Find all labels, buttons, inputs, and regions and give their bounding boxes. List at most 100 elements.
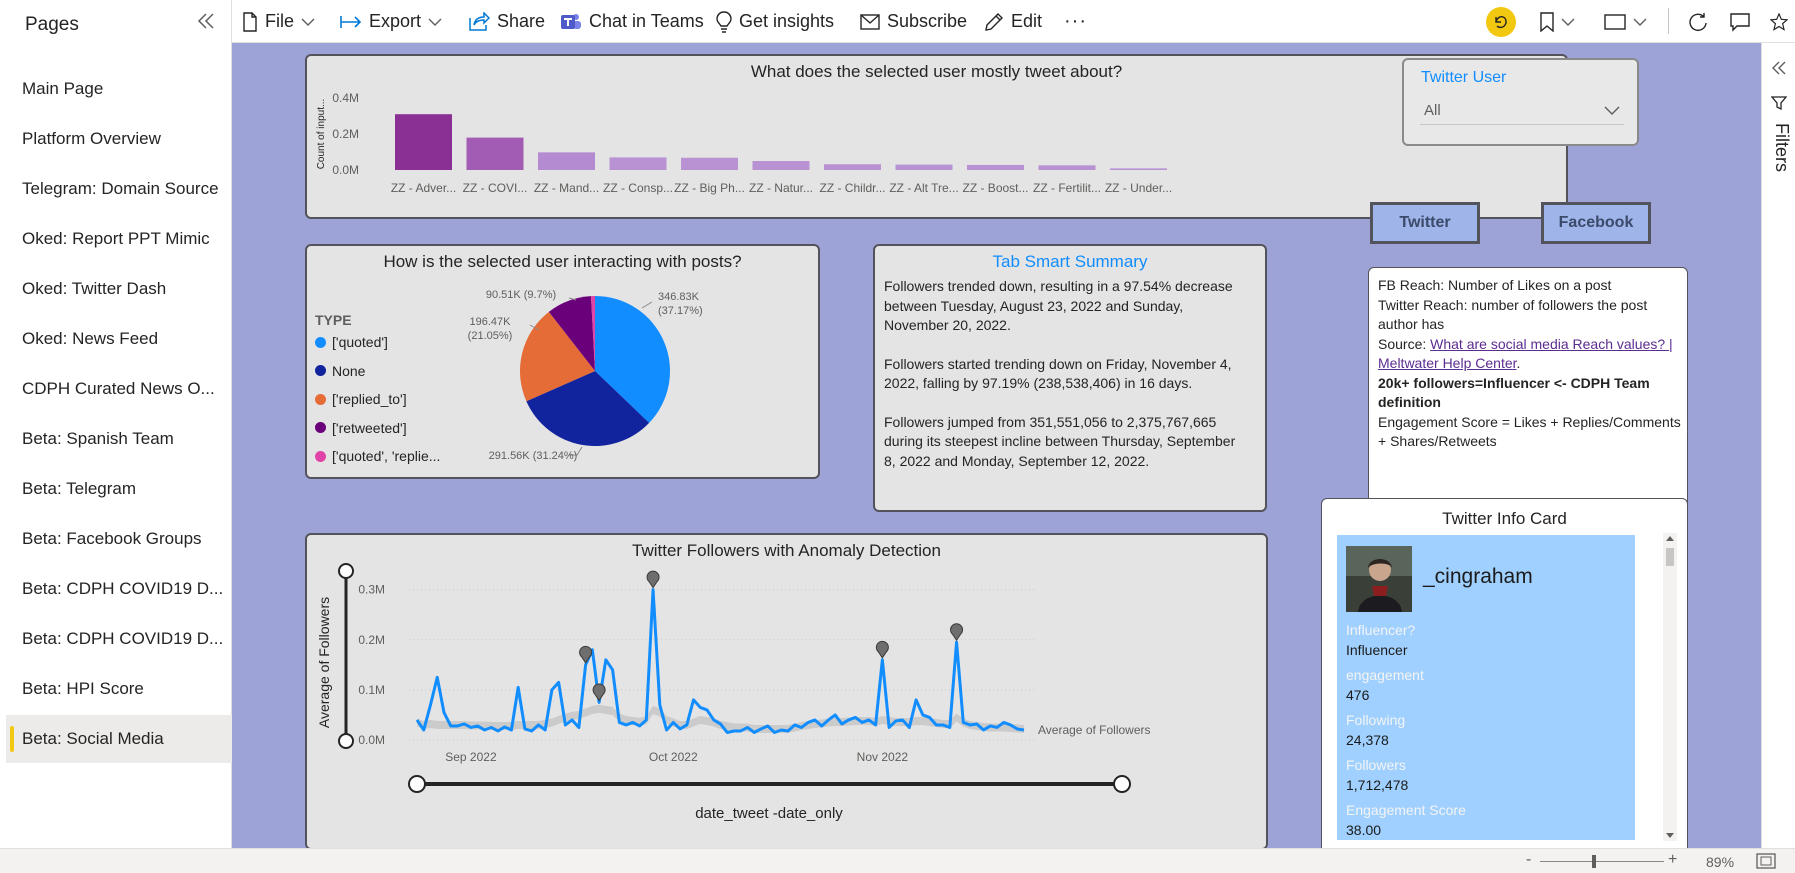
field-label: Following (1346, 712, 1406, 728)
subscribe-label: Subscribe (887, 11, 968, 31)
y-range-slider-handle[interactable] (338, 563, 354, 579)
facebook-button[interactable]: Facebook (1541, 202, 1651, 244)
page-tab[interactable]: Beta: Spanish Team (6, 415, 232, 463)
bar[interactable] (395, 114, 452, 170)
bar[interactable] (895, 164, 953, 170)
anomaly-marker[interactable] (646, 570, 660, 589)
favorite-button[interactable] (1770, 0, 1788, 43)
more-options-button[interactable]: ··· (1064, 0, 1087, 43)
field-value: 38.00 (1346, 822, 1382, 838)
avatar (1346, 546, 1412, 612)
expand-filters-icon[interactable] (1770, 59, 1788, 77)
chat-in-teams-button[interactable]: Chat in Teams (560, 0, 704, 43)
filters-pane[interactable]: Filters (1761, 43, 1795, 848)
page-tab[interactable]: Platform Overview (6, 115, 232, 163)
page-tab[interactable]: Oked: Twitter Dash (6, 265, 232, 313)
reset-button[interactable] (1486, 0, 1516, 43)
source-suffix: . (1516, 355, 1521, 371)
bar[interactable] (609, 157, 667, 170)
twitter-button[interactable]: Twitter (1370, 202, 1480, 244)
fit-to-page-icon[interactable] (1756, 853, 1776, 869)
twitter-reach-definition: Twitter Reach: number of followers the p… (1378, 296, 1648, 333)
star-icon (1770, 12, 1788, 31)
pages-title: Pages (25, 14, 79, 35)
slicer-title: Twitter User (1421, 69, 1507, 86)
interaction-pie-chart[interactable]: 346.83K (37.17%) 291.56K (31.24%) 196.47K (2… (307, 246, 818, 477)
file-menu-button[interactable]: File (242, 0, 315, 43)
get-insights-button[interactable]: Get insights (716, 0, 834, 43)
anomaly-marker[interactable] (592, 683, 606, 702)
refresh-button[interactable] (1688, 0, 1708, 43)
bar[interactable] (538, 152, 595, 170)
page-tab[interactable]: Beta: CDPH COVID19 D... (6, 615, 232, 663)
page-tab[interactable]: Main Page (6, 65, 232, 113)
page-tab[interactable]: Beta: Telegram (6, 465, 232, 513)
twitter-info-card: Twitter Info Card _cingraham Influencer?… (1321, 498, 1688, 848)
topic-bar-chart[interactable]: 0.0M 0.2M 0.4M Count of input... ZZ - Adver.… (307, 56, 1566, 217)
x-tick-label: ZZ - Fertilit... (1033, 181, 1101, 195)
info-card-scrollbar[interactable] (1663, 533, 1677, 841)
x-range-slider-handle[interactable] (1113, 775, 1131, 793)
y-axis-label: Average of Followers (316, 597, 332, 728)
bar[interactable] (1038, 165, 1096, 170)
collapse-pages-icon[interactable] (194, 9, 218, 33)
bookmark-icon (1540, 11, 1554, 32)
page-tab[interactable]: Beta: CDPH COVID19 D... (6, 565, 232, 613)
chevron-down-icon (1604, 106, 1620, 115)
y-range-slider-handle[interactable] (338, 733, 354, 749)
followers-line-chart[interactable]: 0.0M 0.1M 0.2M 0.3M Average of Followers Aver… (307, 535, 1266, 848)
page-tab[interactable]: Telegram: Domain Source (6, 165, 232, 213)
x-tick-label: ZZ - Boost... (962, 181, 1028, 195)
y-tick-label: 0.2M (358, 633, 385, 647)
zoom-in-button[interactable]: + (1668, 851, 1677, 869)
anomaly-marker[interactable] (875, 640, 889, 659)
topic-bar-chart-card[interactable]: What does the selected user mostly tweet… (305, 54, 1568, 219)
bar[interactable] (824, 164, 881, 170)
field-label: Influencer? (1346, 622, 1416, 638)
view-button[interactable] (1604, 0, 1647, 43)
pencil-icon (985, 12, 1003, 31)
x-range-slider-handle[interactable] (408, 775, 426, 793)
lightbulb-icon (716, 10, 732, 33)
x-tick-label: ZZ - Under... (1105, 181, 1172, 195)
x-tick-label: ZZ - Mand... (534, 181, 599, 195)
page-tab[interactable]: Oked: Report PPT Mimic (6, 215, 232, 263)
field-label: engagement (1346, 667, 1424, 683)
subscribe-button[interactable]: Subscribe (860, 0, 967, 43)
source-line: Source: What are social media Reach valu… (1378, 335, 1687, 374)
twitter-user-slicer: Twitter User All (1402, 58, 1639, 146)
zoom-slider-thumb[interactable] (1592, 855, 1596, 868)
bar[interactable] (466, 137, 524, 170)
page-tab[interactable]: Oked: News Feed (6, 315, 232, 363)
anomaly-marker[interactable] (579, 645, 593, 664)
smart-summary-card: Tab Smart Summary Followers trended down… (873, 244, 1267, 512)
bar[interactable] (752, 161, 810, 170)
summary-paragraph: Followers started trending down on Frida… (884, 355, 1232, 392)
export-menu-button[interactable]: Export (340, 0, 442, 43)
bookmark-button[interactable] (1540, 0, 1575, 43)
interaction-pie-chart-card[interactable]: How is the selected user interacting wit… (305, 244, 820, 479)
bar[interactable] (967, 164, 1024, 170)
page-tab[interactable]: Beta: Social Media (6, 715, 232, 763)
page-tab[interactable]: CDPH Curated News O... (6, 365, 232, 413)
get-insights-label: Get insights (739, 11, 835, 31)
bar[interactable] (1110, 168, 1167, 170)
zoom-out-button[interactable]: - (1526, 851, 1531, 869)
bar[interactable] (681, 157, 738, 170)
reach-definition-box: FB Reach: Number of Likes on a post Twit… (1368, 267, 1688, 513)
anomaly-marker[interactable] (950, 623, 964, 642)
export-label: Export (369, 11, 422, 31)
page-tab[interactable]: Beta: HPI Score (6, 665, 232, 713)
page-tab[interactable]: Beta: Facebook Groups (6, 515, 232, 563)
followers-line[interactable] (415, 588, 1025, 734)
teams-icon (561, 13, 581, 29)
scroll-down-icon (1666, 833, 1674, 838)
comment-button[interactable] (1730, 0, 1750, 43)
scroll-thumb[interactable] (1666, 548, 1674, 566)
slicer-dropdown[interactable]: All (1420, 97, 1624, 125)
share-button[interactable]: Share (468, 0, 545, 43)
zoom-slider-track[interactable] (1540, 861, 1664, 862)
undo-icon (1495, 15, 1507, 28)
followers-anomaly-chart-card[interactable]: Twitter Followers with Anomaly Detection… (305, 533, 1268, 848)
edit-button[interactable]: Edit (984, 0, 1042, 43)
